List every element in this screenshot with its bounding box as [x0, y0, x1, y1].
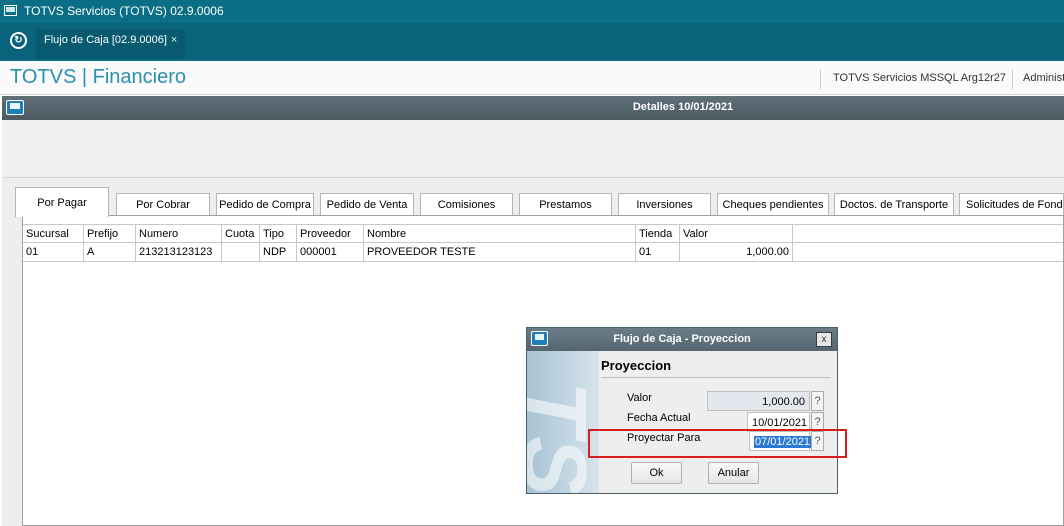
tab-prestamos[interactable]: Prestamos [519, 193, 612, 216]
ok-button[interactable]: Ok [631, 462, 682, 484]
fecha-actual-label: Fecha Actual [627, 412, 691, 424]
tab-inversiones[interactable]: Inversiones [618, 193, 711, 216]
title-bar: TOTVS Servicios (TOTVS) 02.9.0006 [0, 0, 1064, 23]
window-title: TOTVS Servicios (TOTVS) 02.9.0006 [24, 4, 224, 18]
table-cell[interactable] [222, 243, 260, 262]
anular-button[interactable]: Anular [708, 462, 759, 484]
col-header-numero[interactable]: Numero [136, 224, 222, 243]
proyeccion-dialog: Flujo de Caja - Proyeccion x TS Proyecci… [526, 327, 838, 494]
table-cell[interactable]: 01 [636, 243, 680, 262]
detail-title: Detalles 10/01/2021 [632, 101, 734, 113]
table-cell[interactable]: 01 [23, 243, 84, 262]
app-icon [4, 5, 17, 16]
col-header-filler [793, 224, 1063, 243]
module-header: TOTVS | Financiero TOTVS Servicios MSSQL… [0, 59, 1064, 95]
close-button[interactable]: x [816, 332, 832, 347]
valor-help-button[interactable]: ? [811, 391, 824, 411]
table-cell[interactable]: NDP [260, 243, 297, 262]
table-cell[interactable]: 000001 [297, 243, 364, 262]
dialog-title: Flujo de Caja - Proyeccion [613, 333, 751, 345]
tab-cheques-pendientes[interactable]: Cheques pendientes [717, 193, 829, 216]
table-cell-filler [793, 243, 1063, 262]
dialog-title-bar[interactable]: Flujo de Caja - Proyeccion [527, 328, 837, 351]
tab-comisiones[interactable]: Comisiones [420, 193, 513, 216]
tab-flujo-de-caja[interactable]: Flujo de Caja [02.9.0006] × [36, 29, 186, 59]
valor-label: Valor [627, 392, 652, 404]
tab-strip: ↻ Flujo de Caja [02.9.0006] × [0, 23, 1064, 59]
detail-window-bar: Detalles 10/01/2021 [2, 96, 1064, 120]
tab-label: Flujo de Caja [02.9.0006] [44, 34, 167, 46]
col-header-tipo[interactable]: Tipo [260, 224, 297, 243]
close-icon[interactable]: × [171, 34, 177, 46]
tab-doctos-de-transporte[interactable]: Doctos. de Transporte [834, 193, 954, 216]
user-info[interactable]: Administ [1012, 69, 1064, 89]
tab-pedido-de-compra[interactable]: Pedido de Compra [216, 193, 314, 216]
brand-title: TOTVS | Financiero [10, 66, 186, 88]
highlight-annotation [588, 429, 847, 458]
tab-por-pagar[interactable]: Por Pagar [15, 187, 109, 217]
col-header-cuota[interactable]: Cuota [222, 224, 260, 243]
col-header-nombre[interactable]: Nombre [364, 224, 636, 243]
tab-por-cobrar[interactable]: Por Cobrar [116, 193, 210, 216]
valor-field: 1,000.00 [707, 391, 810, 411]
col-header-prefijo[interactable]: Prefijo [84, 224, 136, 243]
col-header-proveedor[interactable]: Proveedor [297, 224, 364, 243]
server-info: TOTVS Servicios MSSQL Arg12r27 [820, 69, 1006, 89]
dialog-side-panel: TS [527, 351, 599, 493]
tab-pedido-de-venta[interactable]: Pedido de Venta [320, 193, 414, 216]
section-title: Proyeccion [601, 358, 831, 378]
table-cell[interactable]: A [84, 243, 136, 262]
tab-solicitudes-de-fondo[interactable]: Solicitudes de Fondo [959, 193, 1064, 216]
col-header-tienda[interactable]: Tienda [636, 224, 680, 243]
table-cell[interactable]: PROVEEDOR TESTE [364, 243, 636, 262]
table-cell[interactable]: 213213123123 [136, 243, 222, 262]
col-header-sucursal[interactable]: Sucursal [23, 224, 84, 243]
col-header-valor[interactable]: Valor [680, 224, 793, 243]
home-icon[interactable]: ↻ [10, 32, 27, 49]
toolbar-area [2, 120, 1064, 178]
table-cell[interactable]: 1,000.00 [680, 243, 793, 262]
